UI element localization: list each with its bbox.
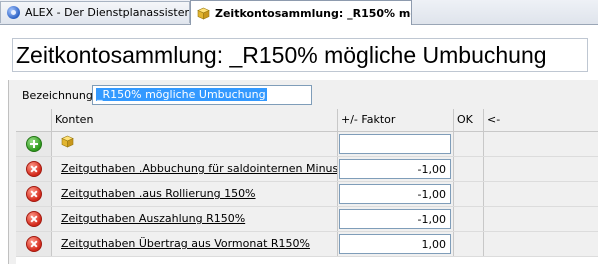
bezeichnung-input[interactable]: _R150% mögliche Umbuchung <box>92 85 312 105</box>
faktor-input[interactable]: -1,00 <box>339 184 451 204</box>
row-selector <box>16 182 52 206</box>
row-selector <box>16 207 52 231</box>
faktor-cell: -1,00 <box>338 182 454 206</box>
ok-cell[interactable] <box>454 232 484 256</box>
faktor-input[interactable]: -1,00 <box>339 159 451 179</box>
arrow-cell[interactable] <box>484 207 598 231</box>
tab-alex[interactable]: ALEX - Der Dienstplanassistent <box>0 1 190 23</box>
faktor-cell: -1,00 <box>338 157 454 181</box>
bezeichnung-label: Bezeichnung <box>22 89 93 102</box>
delete-icon[interactable] <box>25 161 42 177</box>
new-row <box>16 132 598 157</box>
row-selector <box>16 157 52 181</box>
ok-cell[interactable] <box>454 157 484 181</box>
row-selector <box>16 232 52 256</box>
faktor-input[interactable]: 1,00 <box>339 234 451 254</box>
faktor-cell: -1,00 <box>338 207 454 231</box>
alex-icon <box>7 6 20 19</box>
ok-cell[interactable] <box>454 182 484 206</box>
konten-grid: Konten +/- Faktor OK <- Zeitguthaben .Ab… <box>16 109 598 264</box>
header-konten[interactable]: Konten <box>52 109 338 131</box>
tab-zeitkontosammlung[interactable]: Zeitkontosammlung: _R150% mög <box>190 0 412 25</box>
faktor-input[interactable] <box>339 134 451 154</box>
konto-link[interactable]: Zeitguthaben Auszahlung R150% <box>52 207 338 231</box>
delete-icon[interactable] <box>25 211 42 227</box>
bezeichnung-value: _R150% mögliche Umbuchung <box>96 88 267 101</box>
box-icon <box>61 135 74 148</box>
row-selector <box>16 132 52 156</box>
header-arrow[interactable]: <- <box>484 109 598 131</box>
konto-link[interactable]: Zeitguthaben Übertrag aus Vormonat R150% <box>52 232 338 256</box>
faktor-cell: 1,00 <box>338 232 454 256</box>
arrow-cell[interactable] <box>484 132 598 156</box>
tab-label: Zeitkontosammlung: _R150% mög <box>215 6 412 20</box>
konto-link[interactable]: Zeitguthaben .Abbuchung für saldointerne… <box>52 157 338 181</box>
header-faktor[interactable]: +/- Faktor <box>338 109 454 131</box>
faktor-input[interactable]: -1,00 <box>339 209 451 229</box>
konto-link[interactable]: Zeitguthaben .aus Rollierung 150% <box>52 182 338 206</box>
page-title: Zeitkontosammlung: _R150% mögliche Umbuc… <box>12 38 588 72</box>
add-icon[interactable] <box>25 136 42 152</box>
new-faktor-cell <box>338 132 454 156</box>
ok-cell[interactable] <box>454 132 484 156</box>
table-row: Zeitguthaben .Abbuchung für saldointerne… <box>16 157 598 182</box>
delete-icon[interactable] <box>25 236 42 252</box>
table-row: Zeitguthaben Übertrag aus Vormonat R150%… <box>16 232 598 257</box>
grid-header: Konten +/- Faktor OK <- <box>16 109 598 132</box>
arrow-cell[interactable] <box>484 232 598 256</box>
arrow-cell[interactable] <box>484 157 598 181</box>
header-selector <box>16 109 52 131</box>
arrow-cell[interactable] <box>484 182 598 206</box>
tab-strip: ALEX - Der Dienstplanassistent Zeitkonto… <box>0 0 598 25</box>
box-icon <box>197 7 210 20</box>
header-ok[interactable]: OK <box>454 109 484 131</box>
table-row: Zeitguthaben .aus Rollierung 150% -1,00 <box>16 182 598 207</box>
tab-label: ALEX - Der Dienstplanassistent <box>25 6 190 19</box>
ok-cell[interactable] <box>454 207 484 231</box>
table-row: Zeitguthaben Auszahlung R150% -1,00 <box>16 207 598 232</box>
delete-icon[interactable] <box>25 186 42 202</box>
new-konto-cell[interactable] <box>52 132 338 156</box>
